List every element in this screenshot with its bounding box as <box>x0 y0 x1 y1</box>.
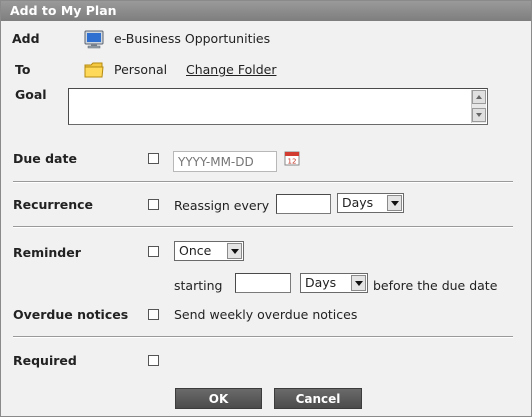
to-label: To <box>15 62 31 77</box>
reminder-starting-input[interactable] <box>235 273 291 293</box>
required-label: Required <box>13 353 77 368</box>
add-to-plan-dialog: Add to My Plan Add e-Business Opportunit… <box>0 0 532 417</box>
chevron-down-icon[interactable] <box>351 275 366 291</box>
add-label: Add <box>12 31 40 46</box>
goal-scrollbar[interactable] <box>471 90 486 123</box>
divider <box>13 181 513 183</box>
folder-name: Personal <box>114 62 168 77</box>
divider <box>13 226 513 228</box>
folder-icon <box>83 60 105 80</box>
recurrence-unit-value: Days <box>342 195 374 210</box>
recurrence-checkbox[interactable] <box>148 199 159 210</box>
scroll-down-icon[interactable] <box>472 108 486 122</box>
reminder-unit-select[interactable]: Days <box>300 273 368 293</box>
reminder-frequency-select[interactable]: Once <box>174 241 244 261</box>
recurrence-label: Recurrence <box>13 197 94 212</box>
ok-button[interactable]: OK <box>175 388 262 409</box>
starting-label: starting <box>174 278 223 293</box>
scroll-up-icon[interactable] <box>472 90 486 104</box>
overdue-notices-text: Send weekly overdue notices <box>174 307 358 322</box>
change-folder-link[interactable]: Change Folder <box>186 62 276 77</box>
divider <box>13 336 513 338</box>
chevron-down-icon[interactable] <box>227 243 242 259</box>
overdue-notices-checkbox[interactable] <box>148 309 159 320</box>
reminder-unit-value: Days <box>305 275 337 290</box>
due-date-checkbox[interactable] <box>148 153 159 164</box>
reminder-checkbox[interactable] <box>148 246 159 257</box>
calendar-day-number: 12 <box>288 158 297 166</box>
add-item-name: e-Business Opportunities <box>114 31 271 46</box>
goal-label: Goal <box>15 87 47 102</box>
monitor-icon <box>83 30 105 50</box>
cancel-button[interactable]: Cancel <box>274 388 362 409</box>
recurrence-interval-input[interactable] <box>276 194 331 214</box>
reminder-label: Reminder <box>13 245 81 260</box>
calendar-icon[interactable]: 12 <box>284 150 300 166</box>
reassign-every-text: Reassign every <box>174 198 270 213</box>
reminder-frequency-value: Once <box>179 243 212 258</box>
required-checkbox[interactable] <box>148 355 159 366</box>
chevron-down-icon[interactable] <box>387 195 402 211</box>
goal-textarea[interactable] <box>68 88 488 125</box>
due-date-input[interactable] <box>173 151 277 172</box>
before-due-date-text: before the due date <box>373 278 498 293</box>
overdue-notices-label: Overdue notices <box>13 307 129 322</box>
dialog-title: Add to My Plan <box>1 1 531 21</box>
due-date-label: Due date <box>13 151 77 166</box>
recurrence-unit-select[interactable]: Days <box>337 193 404 213</box>
